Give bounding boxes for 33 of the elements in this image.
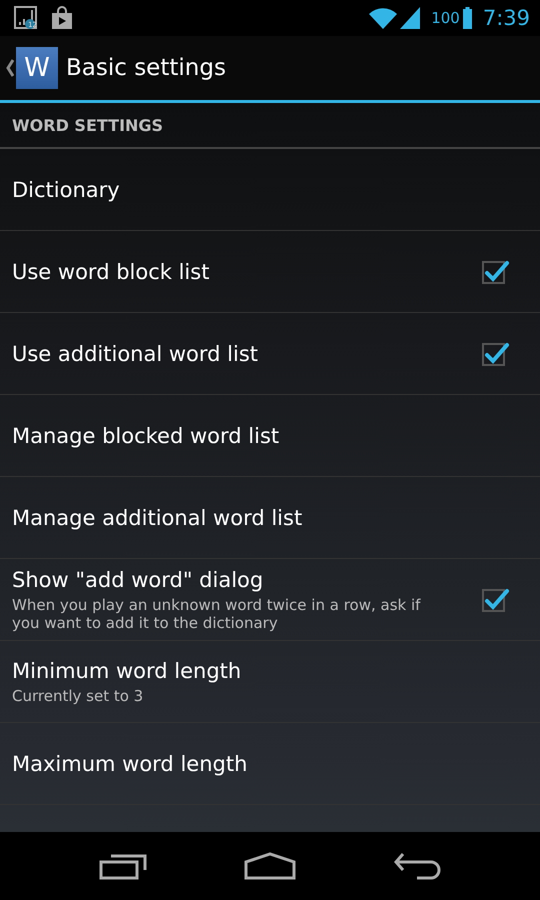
up-button[interactable]: W [0,47,58,89]
chevron-left-icon [6,59,14,77]
home-icon[interactable] [244,852,296,880]
item-title: Manage additional word list [12,506,302,530]
settings-item[interactable]: Dictionary [0,149,540,231]
signal-notification-icon [14,6,38,30]
item-title: Show "add word" dialog [12,568,264,592]
settings-item[interactable]: Use additional word list [0,313,540,395]
cell-signal-icon [400,7,420,29]
item-title: Dictionary [12,178,120,202]
item-title: Minimum word length [12,658,242,682]
item-summary: Currently set to 3 [12,686,144,704]
item-title: Maximum word length [12,752,248,776]
settings-item[interactable]: Show "add word" dialog When you play an unknown word twice in a row, ask if you want to add it to the dictionary [0,559,540,641]
shopping-bag-icon [50,6,74,30]
settings-item[interactable]: Maximum word length [0,723,540,805]
settings-item[interactable]: Use word block list [0,231,540,313]
back-icon[interactable] [393,852,442,880]
clock: 7:39 [482,6,530,30]
wifi-icon [369,7,398,29]
item-title: Use word block list [12,260,210,284]
battery-level: 100 [431,9,460,27]
settings-item[interactable]: Manage additional word list [0,477,540,559]
section-header: WORD SETTINGS [0,103,540,149]
app-logo: W [16,47,58,89]
item-summary: When you play an unknown word twice in a row, ask if you want to add it to the dictionary [12,596,422,632]
screen-title: Basic settings [66,55,226,81]
item-title: Manage blocked word list [12,424,280,448]
settings-item[interactable]: Minimum word length Currently set to 3 [0,641,540,723]
settings-item[interactable]: Manage blocked word list [0,395,540,477]
battery-icon [462,7,472,29]
recent-apps-icon[interactable] [98,852,147,880]
item-title: Use additional word list [12,342,258,366]
